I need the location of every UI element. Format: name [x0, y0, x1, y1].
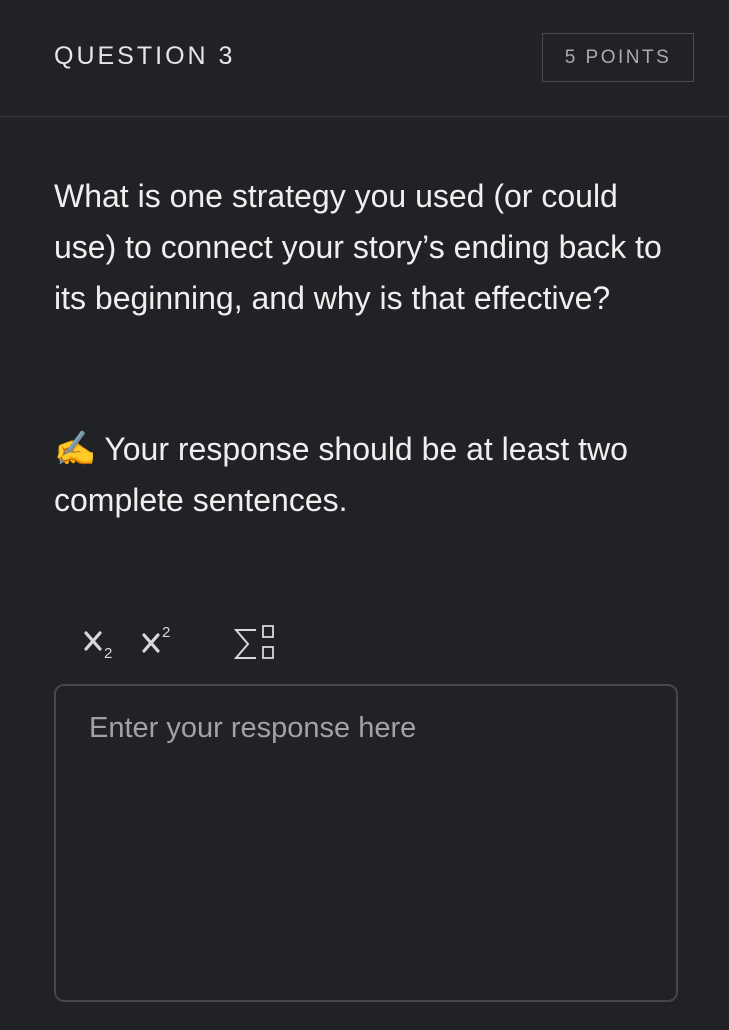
formatting-toolbar: 2 2	[82, 618, 280, 666]
svg-text:2: 2	[104, 645, 112, 662]
writing-hand-icon: ✍️	[54, 430, 97, 468]
subscript-button[interactable]: 2	[82, 620, 126, 664]
question-header: QUESTION 3 5 POINTS	[0, 0, 729, 117]
superscript-button[interactable]: 2	[140, 620, 184, 664]
response-instruction: ✍️ Your response should be at least two c…	[54, 424, 679, 526]
instruction-text: Your response should be at least two com…	[54, 431, 628, 518]
equation-button[interactable]	[230, 618, 280, 666]
superscript-icon: 2	[142, 624, 170, 653]
question-number: QUESTION 3	[54, 42, 236, 70]
question-prompt: What is one strategy you used (or could …	[54, 178, 662, 316]
points-badge: 5 POINTS	[542, 33, 694, 82]
sigma-equation-icon	[233, 625, 274, 659]
response-textarea[interactable]	[54, 684, 678, 1002]
subscript-icon: 2	[84, 631, 112, 662]
svg-text:2: 2	[162, 624, 170, 641]
